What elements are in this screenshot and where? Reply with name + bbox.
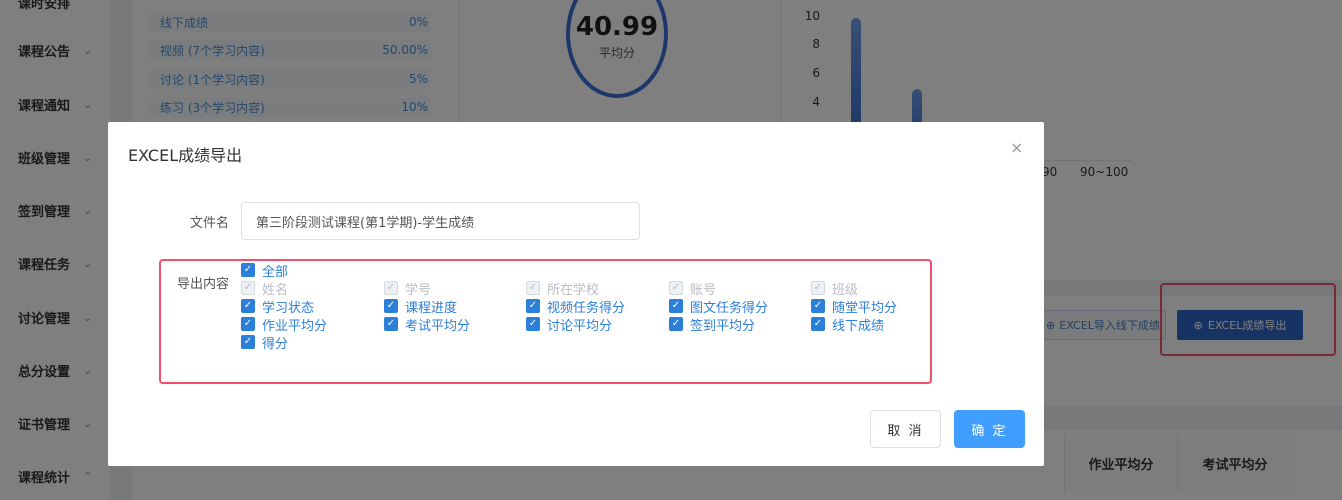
checkbox-label: 线下成绩 bbox=[832, 318, 885, 334]
checkbox-signin-average[interactable]: ✓ 签到平均分 bbox=[669, 316, 756, 334]
checkmark-icon: ✓ bbox=[241, 317, 255, 331]
checkmark-icon: ✓ bbox=[811, 299, 825, 313]
checkmark-icon: ✓ bbox=[526, 299, 540, 313]
checkbox-label: 视频任务得分 bbox=[547, 300, 626, 316]
checkbox-label: 得分 bbox=[262, 336, 289, 352]
checkbox-label: 全部 bbox=[262, 264, 289, 280]
checkmark-icon: ✓ bbox=[811, 281, 825, 295]
checkbox-label: 账号 bbox=[690, 282, 717, 298]
select-all-checkbox[interactable]: ✓ 全部 bbox=[241, 262, 289, 280]
checkbox-label: 图文任务得分 bbox=[690, 300, 769, 316]
checkbox-exam-average[interactable]: ✓ 考试平均分 bbox=[384, 316, 471, 334]
checkmark-icon: ✓ bbox=[669, 317, 683, 331]
checkbox-label: 姓名 bbox=[262, 282, 289, 298]
checkbox-label: 签到平均分 bbox=[690, 318, 756, 334]
checkmark-icon: ✓ bbox=[241, 263, 255, 277]
checkbox-label: 考试平均分 bbox=[405, 318, 471, 334]
checkbox-label: 课程进度 bbox=[405, 300, 458, 316]
checkbox-discussion-average[interactable]: ✓ 讨论平均分 bbox=[526, 316, 613, 334]
checkmark-icon: ✓ bbox=[811, 317, 825, 331]
checkmark-icon: ✓ bbox=[241, 299, 255, 313]
checkbox-video-task-score[interactable]: ✓ 视频任务得分 bbox=[526, 298, 626, 316]
checkmark-icon: ✓ bbox=[526, 281, 540, 295]
checkbox-quiz-average[interactable]: ✓ 随堂平均分 bbox=[811, 298, 898, 316]
checkmark-icon: ✓ bbox=[241, 335, 255, 349]
checkbox-study-status[interactable]: ✓ 学习状态 bbox=[241, 298, 315, 316]
checkbox-label: 学号 bbox=[405, 282, 432, 298]
checkbox-homework-average[interactable]: ✓ 作业平均分 bbox=[241, 316, 328, 334]
checkmark-icon: ✓ bbox=[669, 281, 683, 295]
dialog-title: EXCEL成绩导出 bbox=[128, 146, 243, 165]
close-icon[interactable]: × bbox=[1010, 138, 1023, 157]
checkbox-name: ✓ 姓名 bbox=[241, 280, 289, 298]
checkbox-student-id: ✓ 学号 bbox=[384, 280, 432, 298]
cancel-button[interactable]: 取 消 bbox=[870, 410, 941, 448]
filename-input[interactable] bbox=[241, 202, 640, 240]
checkbox-label: 班级 bbox=[832, 282, 859, 298]
checkbox-label: 学习状态 bbox=[262, 300, 315, 316]
checkbox-label: 随堂平均分 bbox=[832, 300, 898, 316]
checkbox-course-progress[interactable]: ✓ 课程进度 bbox=[384, 298, 458, 316]
checkmark-icon: ✓ bbox=[241, 281, 255, 295]
filename-label: 文件名 bbox=[190, 216, 230, 231]
checkmark-icon: ✓ bbox=[384, 281, 398, 295]
checkbox-class: ✓ 班级 bbox=[811, 280, 859, 298]
excel-export-dialog: EXCEL成绩导出 × 文件名 导出内容 ✓ 全部 ✓ 姓名 ✓ 学号 ✓ 所在学校 ✓… bbox=[108, 122, 1044, 466]
content-label: 导出内容 bbox=[177, 277, 230, 292]
checkbox-score[interactable]: ✓ 得分 bbox=[241, 334, 289, 352]
checkbox-offline-score[interactable]: ✓ 线下成绩 bbox=[811, 316, 885, 334]
confirm-button[interactable]: 确 定 bbox=[954, 410, 1025, 448]
checkmark-icon: ✓ bbox=[526, 317, 540, 331]
checkbox-label: 所在学校 bbox=[547, 282, 600, 298]
checkbox-label: 作业平均分 bbox=[262, 318, 328, 334]
checkbox-school: ✓ 所在学校 bbox=[526, 280, 600, 298]
checkmark-icon: ✓ bbox=[669, 299, 683, 313]
checkmark-icon: ✓ bbox=[384, 299, 398, 313]
checkmark-icon: ✓ bbox=[384, 317, 398, 331]
checkbox-text-task-score[interactable]: ✓ 图文任务得分 bbox=[669, 298, 769, 316]
checkbox-label: 讨论平均分 bbox=[547, 318, 613, 334]
checkbox-account: ✓ 账号 bbox=[669, 280, 717, 298]
